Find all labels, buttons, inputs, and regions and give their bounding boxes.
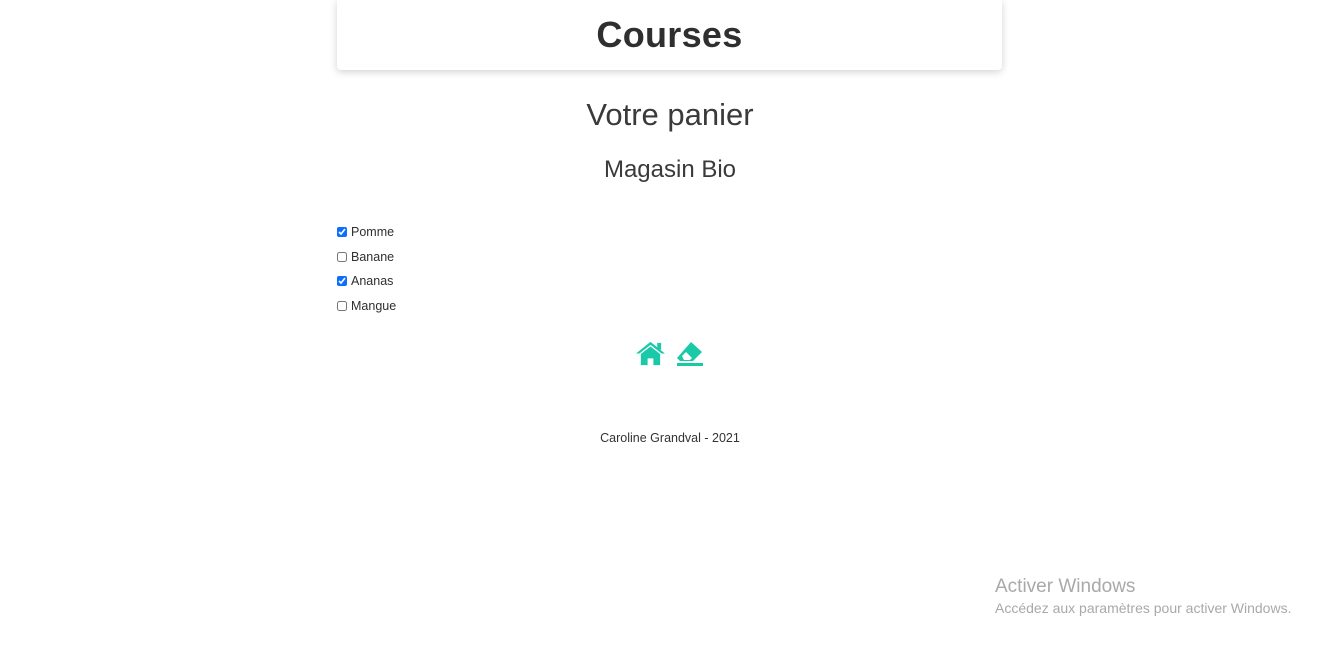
header-card: Courses	[337, 0, 1002, 70]
list-item: Ananas	[337, 269, 396, 294]
item-label[interactable]: Pomme	[351, 225, 394, 239]
watermark-title: Activer Windows	[995, 576, 1136, 597]
item-checkbox[interactable]	[337, 301, 347, 312]
page: Courses Votre panier Magasin Bio Pomme B…	[0, 0, 1340, 647]
list-item: Pomme	[337, 220, 396, 245]
item-checkbox[interactable]	[337, 251, 347, 262]
list-item: Banane	[337, 245, 396, 270]
home-button[interactable]	[634, 338, 666, 368]
eraser-icon	[677, 342, 703, 366]
app-title: Courses	[596, 14, 743, 55]
watermark-subtitle: Accédez aux paramètres pour activer Wind…	[995, 600, 1292, 616]
page-title: Votre panier	[586, 97, 754, 132]
item-label[interactable]: Ananas	[351, 274, 393, 288]
item-label[interactable]: Mangue	[351, 299, 396, 313]
store-name: Magasin Bio	[603, 156, 737, 183]
footer-credit: Caroline Grandval - 2021	[600, 431, 740, 445]
item-checkbox[interactable]	[337, 227, 347, 238]
item-checkbox[interactable]	[337, 276, 347, 287]
clear-button[interactable]	[674, 338, 706, 368]
home-icon	[635, 341, 665, 365]
list-item: Mangue	[337, 294, 396, 319]
action-bar	[0, 338, 1340, 368]
windows-activation-watermark: Activer Windows Accédez aux paramètres p…	[995, 575, 1291, 618]
item-label[interactable]: Banane	[351, 250, 394, 264]
shopping-list: Pomme Banane Ananas Mangue	[337, 220, 396, 318]
